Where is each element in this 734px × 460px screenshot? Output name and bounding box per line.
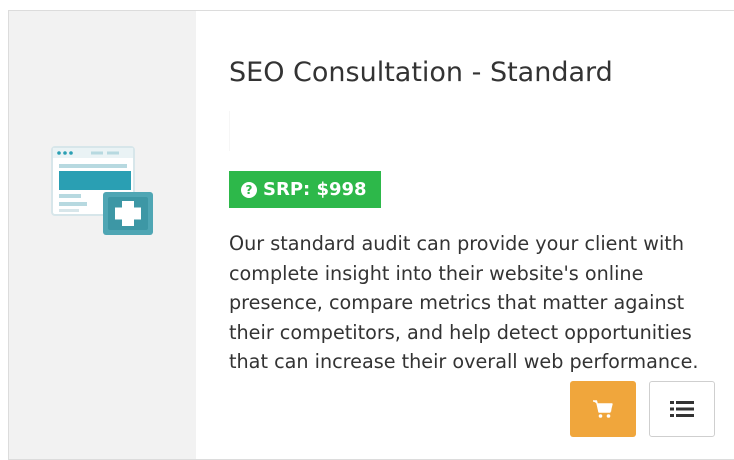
product-icon-panel xyxy=(9,11,196,459)
product-card: SEO Consultation - Standard ? SRP: $998 … xyxy=(8,10,734,460)
add-to-cart-button[interactable] xyxy=(570,381,636,437)
product-description: Our standard audit can provide your clie… xyxy=(229,232,699,374)
shopping-cart-icon xyxy=(593,400,613,418)
product-title: SEO Consultation - Standard xyxy=(229,57,613,88)
question-icon[interactable]: ? xyxy=(241,181,257,198)
view-details-button[interactable] xyxy=(649,381,715,437)
srp-label: SRP: $998 xyxy=(263,179,367,200)
srp-badge: ? SRP: $998 xyxy=(229,171,381,208)
list-icon xyxy=(670,401,694,417)
divider xyxy=(229,111,230,151)
website-add-icon xyxy=(51,146,153,235)
